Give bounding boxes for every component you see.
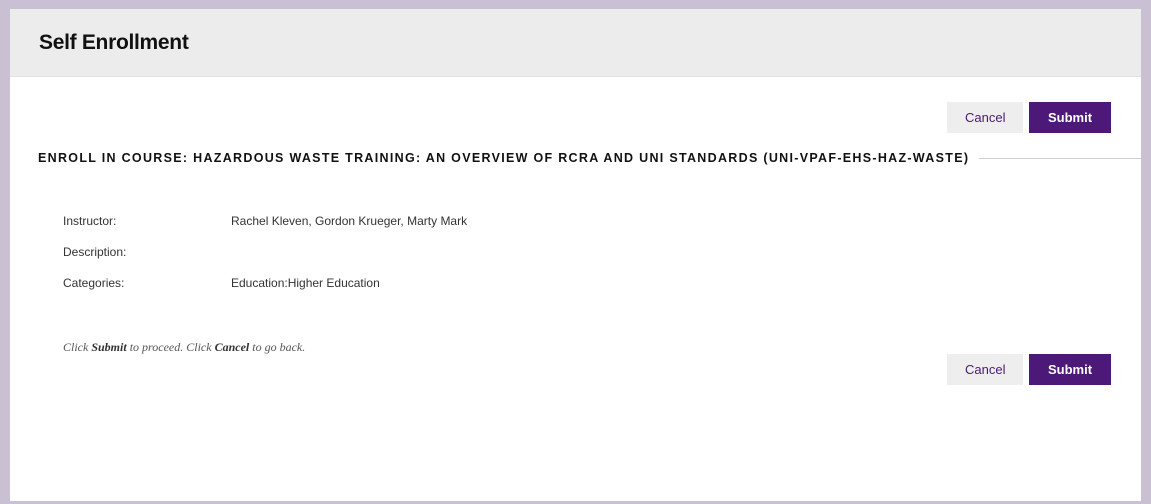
field-description: Description: <box>63 236 467 267</box>
top-actions: Cancel Submit <box>947 102 1111 133</box>
instruction-cancel-word: Cancel <box>214 340 250 354</box>
field-label: Instructor: <box>63 213 117 228</box>
field-label: Description: <box>63 244 127 259</box>
submit-button[interactable]: Submit <box>1029 354 1111 385</box>
instruction-part: Click <box>63 340 92 354</box>
field-instructor: Instructor: Rachel Kleven, Gordon Kruege… <box>63 205 467 236</box>
page-title: Self Enrollment <box>39 30 189 54</box>
field-value: Education:Higher Education <box>231 275 380 290</box>
instruction-part: to proceed. Click <box>126 340 215 354</box>
cancel-button[interactable]: Cancel <box>947 102 1023 133</box>
field-categories: Categories: Education:Higher Education <box>63 267 467 298</box>
cancel-button[interactable]: Cancel <box>947 354 1023 385</box>
instruction-submit-word: Submit <box>91 340 127 354</box>
field-value: Rachel Kleven, Gordon Krueger, Marty Mar… <box>231 213 468 228</box>
enrollment-panel: Self Enrollment Cancel Submit ENROLL IN … <box>10 9 1141 501</box>
field-label: Categories: <box>63 275 125 290</box>
instruction-text: Click Submit to proceed. Click Cancel to… <box>63 340 305 355</box>
instruction-part: to go back. <box>249 340 306 354</box>
heading-divider <box>979 157 1141 159</box>
course-details: Instructor: Rachel Kleven, Gordon Kruege… <box>63 205 467 298</box>
course-heading: ENROLL IN COURSE: HAZARDOUS WASTE TRAINI… <box>38 151 970 165</box>
bottom-actions: Cancel Submit <box>947 354 1111 385</box>
submit-button[interactable]: Submit <box>1029 102 1111 133</box>
page-header: Self Enrollment <box>10 9 1141 77</box>
course-heading-row: ENROLL IN COURSE: HAZARDOUS WASTE TRAINI… <box>38 151 1141 165</box>
